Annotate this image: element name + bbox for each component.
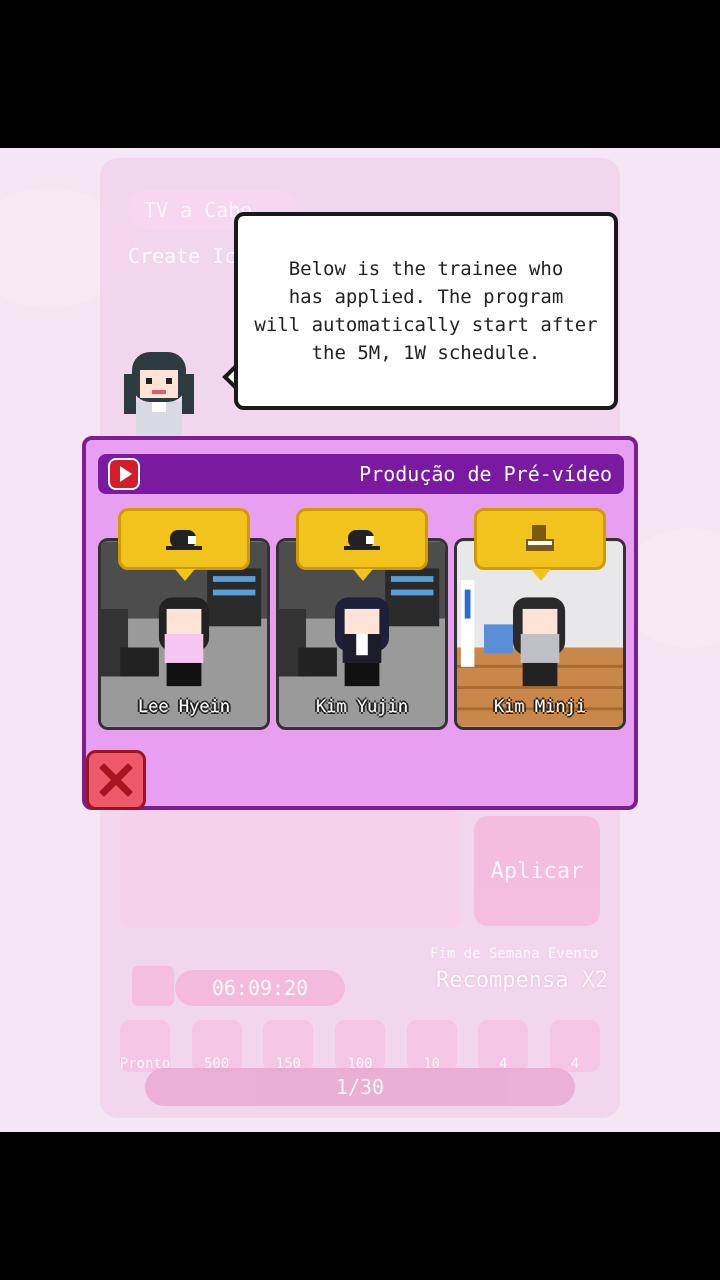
reward-row: Pronto 500 150 100 10 4 4 (120, 1020, 600, 1072)
close-button[interactable] (86, 750, 146, 810)
schedule-tag (296, 508, 428, 581)
game-screen: TV a Cabo Create Ic Aplicar Fim de Seman… (0, 148, 720, 1132)
studio-camera-icon (344, 530, 380, 550)
trainee-name: Kim Minji (493, 697, 587, 717)
studio-camera-icon (166, 530, 202, 550)
apply-button[interactable]: Aplicar (474, 816, 600, 926)
event-label: Fim de Semana Evento (430, 946, 599, 962)
piano-icon (526, 525, 554, 551)
reward-item: 4 (478, 1020, 529, 1072)
bubble-text: Below is the trainee who has applied. Th… (254, 258, 598, 364)
camera-icon (132, 966, 174, 1006)
dialog-header: Produção de Pré-vídeo (98, 454, 624, 494)
reward-item: Pronto (120, 1020, 170, 1072)
reward-item: 4 (549, 1020, 600, 1072)
schedule-tag (118, 508, 250, 581)
dialog-title: Produção de Pré-vídeo (359, 462, 612, 486)
play-icon (108, 458, 140, 490)
reward-item: 500 (191, 1020, 242, 1072)
close-icon (99, 763, 133, 797)
trainee-name: Lee Hyein (137, 697, 231, 717)
schedule-tag (474, 508, 606, 581)
guide-character-icon (124, 352, 194, 438)
reward-item: 150 (263, 1020, 314, 1072)
reward-item: 100 (334, 1020, 385, 1072)
pre-video-dialog: Produção de Pré-vídeo Lee Hyein Kim Yuji… (82, 436, 638, 810)
trainee-name: Kim Yujin (315, 697, 409, 717)
reward-item: 10 (406, 1020, 457, 1072)
speech-bubble: Below is the trainee who has applied. Th… (234, 212, 618, 410)
background-scene (120, 810, 460, 928)
background-subtitle: Create Ic (128, 244, 237, 268)
progress-bar: 1/30 (145, 1068, 575, 1106)
timer: 06:09:20 (175, 970, 345, 1006)
reward-multiplier: Recompensa X2 (436, 968, 609, 993)
